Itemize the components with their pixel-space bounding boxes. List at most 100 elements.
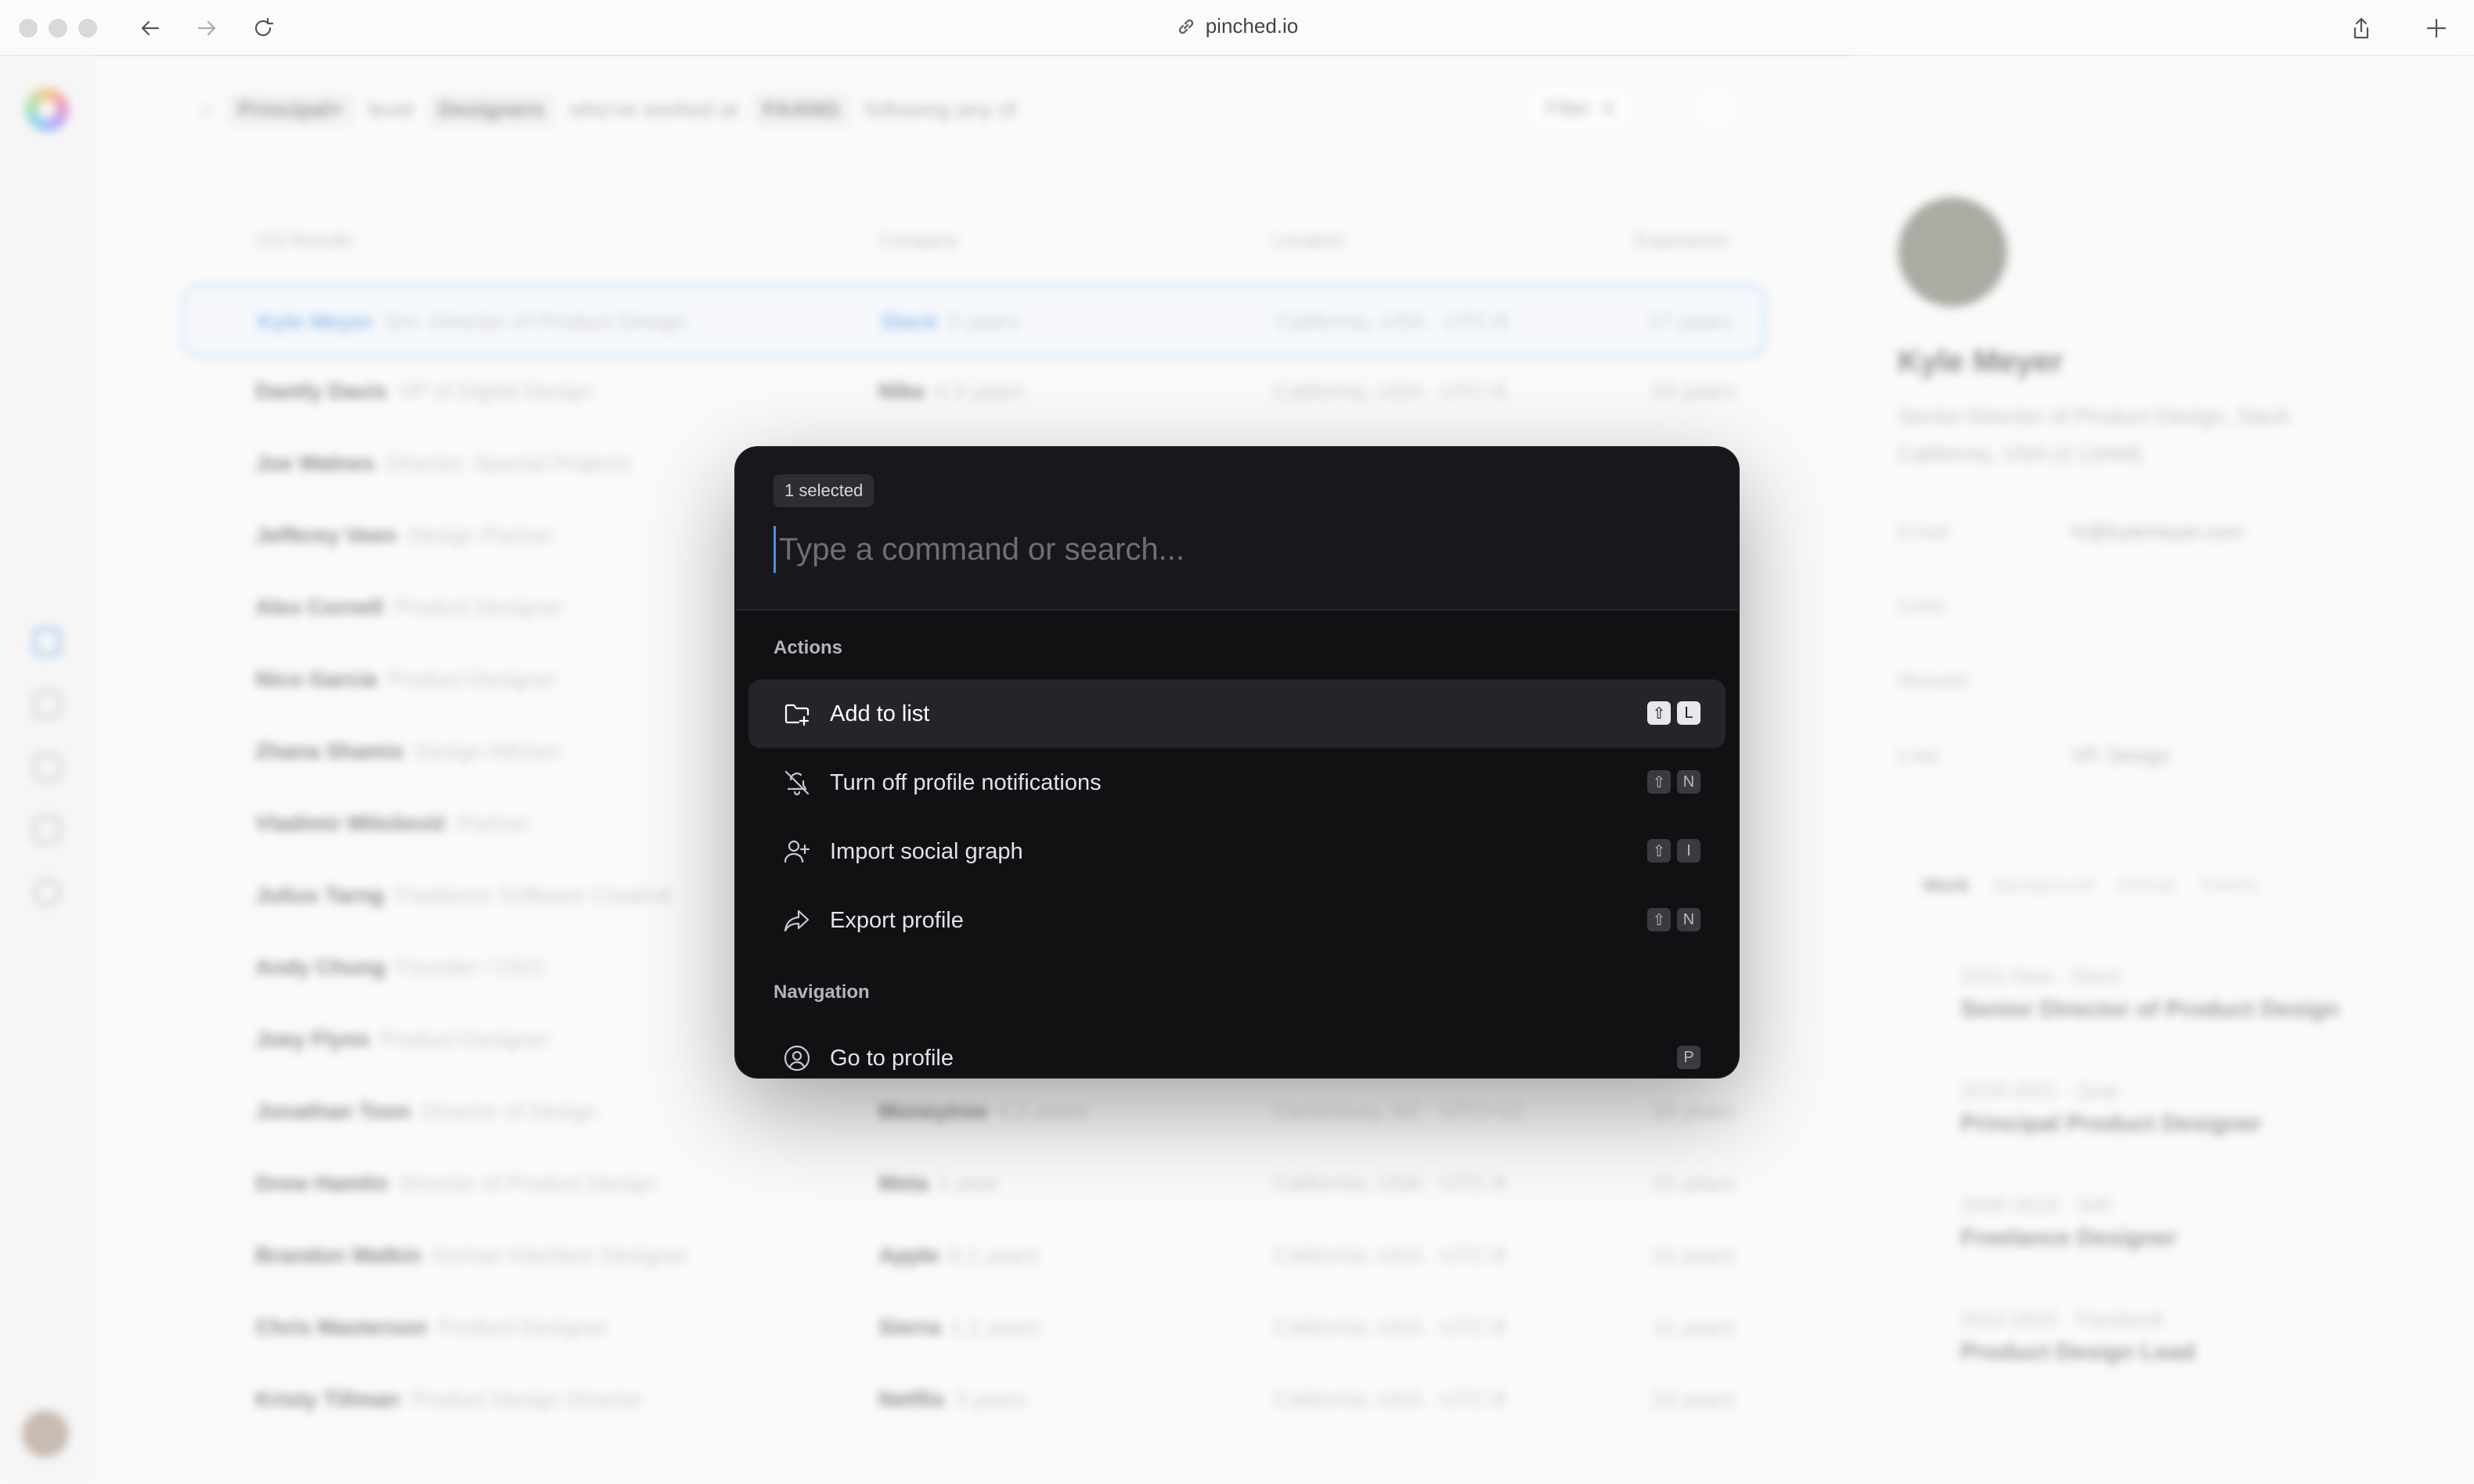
command-add-to-list[interactable]: Add to list ⇧ L (748, 679, 1726, 748)
person-title: Director of Product Design (399, 1171, 656, 1195)
person-name: Brandon Walkin Human Interface Designer (255, 1243, 688, 1268)
person-title: Design Partner (407, 523, 554, 547)
experience-cell: 23 years (1650, 1387, 1735, 1411)
timeline-item: 2006-2019 · Self Freelance Designer (1960, 1193, 2177, 1252)
sort-button[interactable] (1691, 83, 1741, 133)
user-circle-icon (783, 1044, 811, 1072)
location-cell: California, USA · UTC-8 (1273, 1315, 1506, 1339)
person-name: Jefferey Veen Design Partner (255, 523, 554, 548)
timeline-item: 2021-Now · Slack Senior Director of Produ… (1960, 964, 2339, 1023)
tenure-text: 1.1 years (950, 1315, 1040, 1339)
table-row[interactable]: Kyle Meyer Snr. Director of Product Desig… (182, 285, 1766, 357)
profile-role: Senior Director of Product Design, Slack (1898, 404, 2291, 428)
shift-key: ⇧ (1647, 701, 1671, 725)
table-row[interactable]: Drew Hamlin Director of Product Design Met… (182, 1149, 1766, 1221)
refresh-icon[interactable] (33, 753, 61, 781)
shortcut-keys: ⇧ N (1647, 770, 1700, 794)
command-palette: 1 selected Actions Add to list ⇧L Turn o… (736, 448, 1738, 1077)
name-text: Zhana Shamis (255, 739, 404, 763)
shortcut-key: L (1677, 701, 1700, 725)
selection-badge: 1 selected (774, 474, 875, 507)
home-icon[interactable] (33, 628, 61, 656)
person-title: Product Designer (438, 1315, 608, 1339)
user-avatar[interactable] (22, 1410, 69, 1457)
address-bar[interactable]: pinched.io (1176, 14, 1298, 38)
column-company[interactable]: Company (878, 230, 959, 252)
name-text: Chris Masterson (255, 1315, 427, 1339)
command-import-social-graph[interactable]: Import social graph ⇧ I (748, 817, 1726, 886)
person-name: Zhana Shamis Design Advisor (255, 739, 561, 764)
tab-background[interactable]: Background (1993, 875, 2094, 897)
person-title: Product Design Director (410, 1387, 644, 1411)
command-label: Export profile (830, 908, 964, 933)
timeline-period: 2012-2015 · Facebook (1960, 1307, 2166, 1331)
globe-icon[interactable] (33, 878, 61, 906)
filter-chip[interactable]: Principal+ (226, 92, 355, 127)
column-location[interactable]: Location (1273, 230, 1344, 252)
command-export-profile[interactable]: Export profile ⇧ N (748, 886, 1726, 955)
location-cell: California, USA · UTC-8 (1275, 309, 1509, 333)
name-text: Andy Chung (255, 955, 386, 979)
filter-chip[interactable]: Designers (427, 92, 556, 127)
person-title: Director, Special Projects (386, 451, 631, 475)
filter-label: Filter (1545, 95, 1591, 120)
palette-header: 1 selected (736, 448, 1738, 611)
shortcut-key: N (1677, 770, 1700, 794)
location-cell: Canterbury, NZ · UTC+12 (1273, 1099, 1524, 1123)
window-controls[interactable] (19, 19, 97, 38)
search-icon: ⌕ (200, 96, 213, 121)
filter-chip[interactable]: FAANG (752, 92, 851, 127)
forward-icon[interactable] (191, 13, 222, 44)
table-row[interactable]: Chris Masterson Product Designer Sierra 1.1… (182, 1293, 1766, 1365)
list-value[interactable]: VP, Design (2072, 744, 2171, 768)
person-title: Founder / CEO (396, 955, 544, 979)
person-title: Product Designer (388, 667, 557, 691)
links-label: Links (1898, 593, 1946, 617)
timeline-item: 2012-2015 · Facebook Product Design Lead (1960, 1307, 2195, 1366)
app-logo[interactable] (25, 88, 69, 131)
table-row[interactable]: Jonathan Toon Director of Design Moneytree… (182, 1077, 1766, 1149)
name-text: Kristy Tillman (255, 1387, 400, 1411)
command-turn-off-notifications[interactable]: Turn off profile notifications ⇧ N (748, 748, 1726, 817)
company-text: Meta (878, 1171, 929, 1195)
results-count: 113 Results (255, 230, 353, 251)
email-label: Email (1898, 520, 1949, 543)
back-icon[interactable] (135, 13, 166, 44)
people-icon[interactable] (33, 816, 61, 844)
company-cell: Moneytree 4.2 years (878, 1099, 1087, 1124)
timeline-role: Senior Director of Product Design (1960, 996, 2339, 1022)
tenure-text: 8.1 years (948, 1243, 1039, 1267)
timeline-role: Product Design Lead (1960, 1339, 2196, 1365)
name-text: Vladimir Milošević (255, 811, 447, 835)
tab-tweets[interactable]: Tweets (2198, 875, 2258, 897)
profile-panel: Kyle Meyer Senior Director of Product De… (1854, 56, 2474, 1484)
tab-work[interactable]: Work (1923, 875, 1970, 897)
share-icon[interactable] (2346, 13, 2377, 44)
column-experience[interactable]: Experience (1635, 230, 1729, 252)
reload-icon[interactable] (247, 13, 279, 44)
new-tab-icon[interactable] (2421, 13, 2452, 44)
share-arrow-icon (783, 906, 811, 935)
table-row[interactable]: Kristy Tillman Product Design Director Net… (182, 1365, 1766, 1437)
shortcut-key: P (1677, 1046, 1700, 1069)
location-cell: California, USA · UTC-8 (1273, 1243, 1506, 1267)
name-text: Nico Garcia (255, 667, 377, 691)
tenure-text: 3 years (947, 309, 1019, 333)
table-row[interactable]: Dantly Davis VP of Digital Design Nike 4.3 … (182, 357, 1766, 429)
person-name: Drew Hamlin Director of Product Design (255, 1171, 656, 1196)
shortcut-keys: ⇧ I (1647, 839, 1700, 863)
experience-cell: 18 years (1650, 1099, 1735, 1123)
command-search-input[interactable] (774, 526, 1682, 573)
left-nav (0, 56, 94, 1484)
command-go-to-profile[interactable]: Go to profile P (748, 1024, 1726, 1077)
table-row[interactable]: Brandon Walkin Human Interface Designer Ap… (182, 1221, 1766, 1293)
folder-icon[interactable] (33, 690, 61, 719)
filter-button[interactable]: Filter 4 (1522, 83, 1637, 133)
name-text: Joey Flynn (255, 1027, 370, 1051)
command-label: Import social graph (830, 839, 1023, 864)
bell-off-icon (783, 769, 811, 797)
filter-connector: following any of (864, 97, 1016, 121)
tab-github[interactable]: GitHub (2117, 875, 2176, 897)
email-value[interactable]: hi@kylemeyer.com (2072, 520, 2244, 544)
search-filter-bar[interactable]: ⌕ Principal+ level Designers who've work… (200, 88, 1016, 131)
